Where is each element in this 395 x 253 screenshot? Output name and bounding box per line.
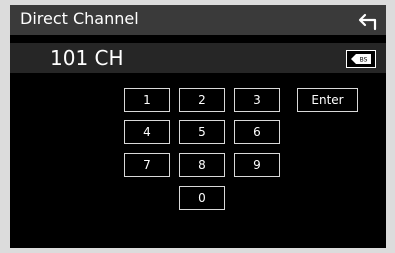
channel-value: 101 CH: [50, 46, 124, 70]
key-7[interactable]: 7: [124, 153, 170, 177]
key-6[interactable]: 6: [234, 120, 280, 144]
key-2[interactable]: 2: [179, 88, 225, 112]
key-4[interactable]: 4: [124, 120, 170, 144]
channel-input-display: 101 CH BS: [10, 43, 386, 73]
key-8[interactable]: 8: [179, 153, 225, 177]
key-5[interactable]: 5: [179, 120, 225, 144]
key-3[interactable]: 3: [234, 88, 280, 112]
enter-button[interactable]: Enter: [297, 88, 358, 112]
key-0[interactable]: 0: [179, 186, 225, 210]
backspace-button[interactable]: BS: [346, 50, 376, 68]
back-arrow-icon[interactable]: [356, 11, 378, 31]
page-title: Direct Channel: [20, 9, 139, 28]
key-9[interactable]: 9: [234, 153, 280, 177]
direct-channel-screen: Direct Channel 101 CH BS 1 2 3 Enter 4 5…: [10, 5, 386, 248]
backspace-icon: BS: [351, 54, 371, 64]
title-bar: Direct Channel: [10, 5, 386, 35]
key-1[interactable]: 1: [124, 88, 170, 112]
backspace-label: BS: [360, 57, 368, 64]
